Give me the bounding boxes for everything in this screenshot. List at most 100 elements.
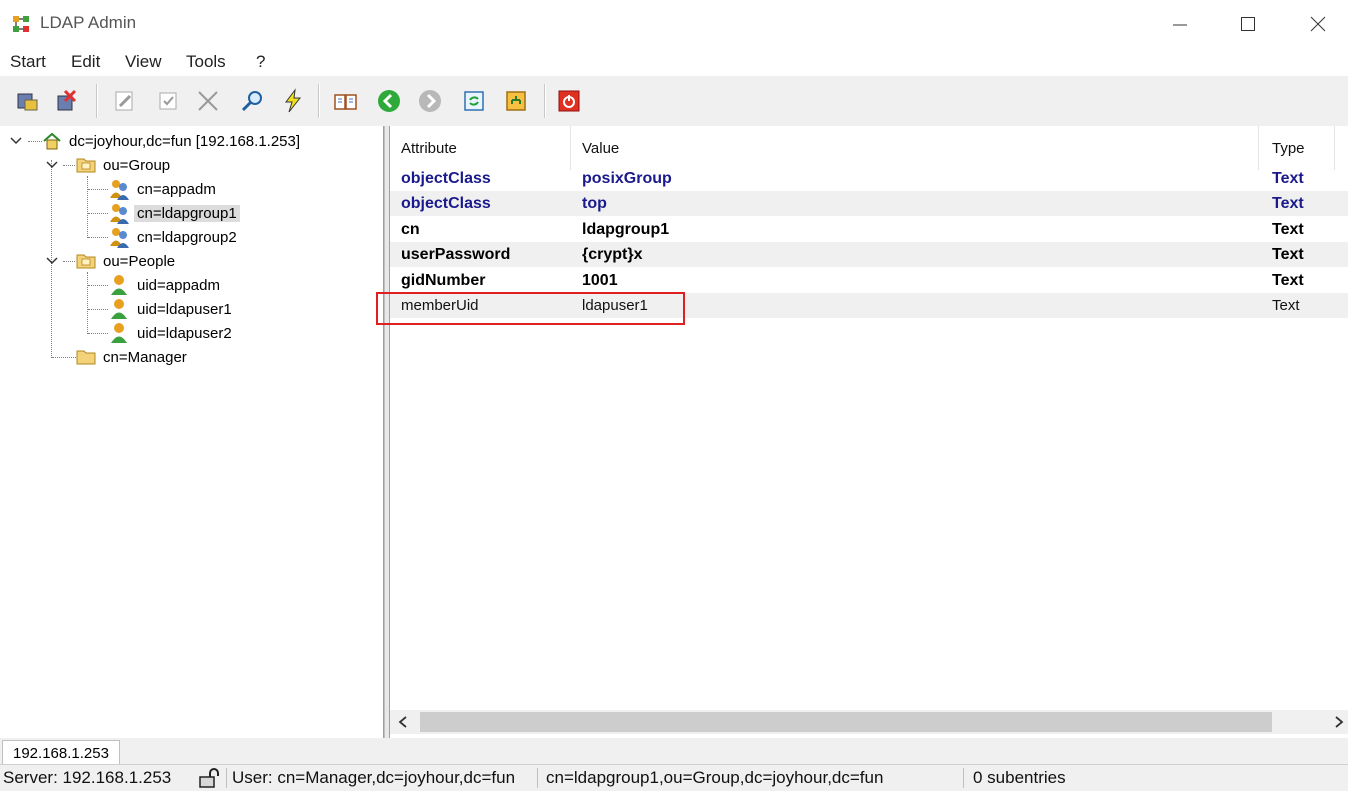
server-tab-bar: 192.168.1.253 <box>0 738 1348 765</box>
tree-label-group: cn=ldapgroup1 <box>134 204 240 222</box>
tree-label-user: uid=ldapuser2 <box>137 324 232 342</box>
properties-icon <box>159 92 177 110</box>
forward-button[interactable] <box>417 88 443 114</box>
folder-icon <box>76 254 96 269</box>
back-button[interactable] <box>376 88 402 114</box>
menu-tools[interactable]: Tools <box>186 52 226 72</box>
column-header-label: Type <box>1272 139 1305 157</box>
menu-edit[interactable]: Edit <box>71 52 100 72</box>
highlight-annotation <box>376 292 685 325</box>
chevron-down-icon <box>46 257 58 265</box>
tree-label-user: uid=appadm <box>137 276 220 294</box>
delete-button[interactable] <box>195 88 221 114</box>
column-header-attribute[interactable]: Attribute <box>390 126 571 170</box>
tree-view-button[interactable] <box>503 88 529 114</box>
minimize-button[interactable] <box>1160 8 1200 40</box>
menu-help[interactable]: ? <box>256 52 265 72</box>
status-divider <box>537 768 538 788</box>
user-icon <box>111 275 127 295</box>
menu-bar: Start Edit View Tools ? <box>0 48 1348 76</box>
menu-view[interactable]: View <box>125 52 162 72</box>
refresh-button[interactable] <box>461 88 487 114</box>
column-header-type[interactable]: Type <box>1261 126 1335 170</box>
tree-connector <box>88 237 108 238</box>
user-icon <box>111 299 127 319</box>
maximize-button[interactable] <box>1228 8 1268 40</box>
expand-root-toggle[interactable] <box>10 135 22 147</box>
refresh-icon <box>464 91 484 111</box>
toolbar-separator <box>96 84 98 118</box>
attribute-type: Text <box>1272 169 1304 187</box>
tree-connector <box>88 213 108 214</box>
table-row[interactable]: userPassword {crypt}x Text <box>390 242 1348 267</box>
tab-server[interactable]: 192.168.1.253 <box>2 740 120 765</box>
user-icon <box>111 323 127 343</box>
status-subentries: 0 subentries <box>973 768 1066 787</box>
directory-tree[interactable]: dc=joyhour,dc=fun [192.168.1.253] ou=Gro… <box>0 126 384 738</box>
tree-label-root: dc=joyhour,dc=fun [192.168.1.253] <box>69 132 301 150</box>
tree-node-group[interactable]: cn=ldapgroup2 <box>108 226 240 248</box>
attribute-value: {crypt}x <box>582 245 643 263</box>
menu-start[interactable]: Start <box>10 52 46 72</box>
edit-button[interactable] <box>112 88 138 114</box>
attribute-name: gidNumber <box>401 271 486 289</box>
column-header-label: Attribute <box>401 139 457 157</box>
tree-connector <box>87 176 88 238</box>
attribute-name: cn <box>401 220 420 238</box>
toolbar-separator <box>544 84 546 118</box>
expand-group-toggle[interactable] <box>46 159 58 171</box>
expand-people-toggle[interactable] <box>46 255 58 267</box>
tree-label-manager: cn=Manager <box>103 348 187 366</box>
search-button[interactable] <box>240 88 266 114</box>
tree-node-user[interactable]: uid=ldapuser1 <box>108 298 235 320</box>
toolbar <box>0 76 1348 127</box>
properties-button[interactable] <box>155 88 181 114</box>
table-row[interactable]: objectClass top Text <box>390 191 1348 216</box>
tree-connector <box>87 272 88 334</box>
column-header-value[interactable]: Value <box>571 126 1259 170</box>
forward-icon <box>419 90 441 112</box>
close-button[interactable] <box>1298 8 1338 40</box>
chevron-down-icon <box>46 161 58 169</box>
table-row[interactable]: gidNumber 1001 Text <box>390 268 1348 293</box>
tree-node-user[interactable]: uid=ldapuser2 <box>108 322 235 344</box>
horizontal-scrollbar[interactable] <box>390 710 1348 734</box>
tree-connector <box>28 141 42 142</box>
lock-icon <box>199 768 219 788</box>
search-icon <box>241 91 262 112</box>
schema-button[interactable] <box>333 88 359 114</box>
attribute-list-header: Attribute Value Type <box>390 126 1335 170</box>
lightning-icon <box>285 88 302 113</box>
connect-button[interactable] <box>15 88 41 114</box>
tree-node-group[interactable]: cn=appadm <box>108 178 219 200</box>
attribute-type: Text <box>1272 271 1304 289</box>
exit-button[interactable] <box>556 88 582 114</box>
attribute-type: Text <box>1272 220 1304 238</box>
tree-node-group-selected[interactable]: cn=ldapgroup1 <box>108 202 240 224</box>
tree-node-user[interactable]: uid=appadm <box>108 274 223 296</box>
folder-icon <box>76 158 96 173</box>
back-icon <box>378 90 400 112</box>
tree-node-ou-people[interactable]: ou=People <box>76 250 178 272</box>
chevron-right-icon[interactable] <box>1334 716 1344 728</box>
chevron-left-icon[interactable] <box>398 716 408 728</box>
attribute-type: Text <box>1272 245 1304 263</box>
tree-node-manager[interactable]: cn=Manager <box>76 346 190 368</box>
scrollbar-thumb[interactable] <box>420 712 1272 732</box>
attribute-list[interactable]: Attribute Value Type objectClass posixGr… <box>389 126 1348 738</box>
tree-connector <box>88 333 108 334</box>
folder-icon <box>76 350 96 365</box>
tree-node-ou-group[interactable]: ou=Group <box>76 154 173 176</box>
tree-node-root[interactable]: dc=joyhour,dc=fun [192.168.1.253] <box>42 130 303 152</box>
table-row[interactable]: cn ldapgroup1 Text <box>390 217 1348 242</box>
tree-label-ou-people: ou=People <box>103 252 176 270</box>
attribute-value: top <box>582 194 607 212</box>
schema-book-icon <box>334 94 357 110</box>
window-title: LDAP Admin <box>40 13 137 32</box>
lightning-button[interactable] <box>280 88 306 114</box>
tree-connector <box>88 189 108 190</box>
tree-connector <box>63 261 75 262</box>
tree-connector <box>63 165 75 166</box>
disconnect-button[interactable] <box>55 88 81 114</box>
table-row[interactable]: objectClass posixGroup Text <box>390 166 1348 191</box>
